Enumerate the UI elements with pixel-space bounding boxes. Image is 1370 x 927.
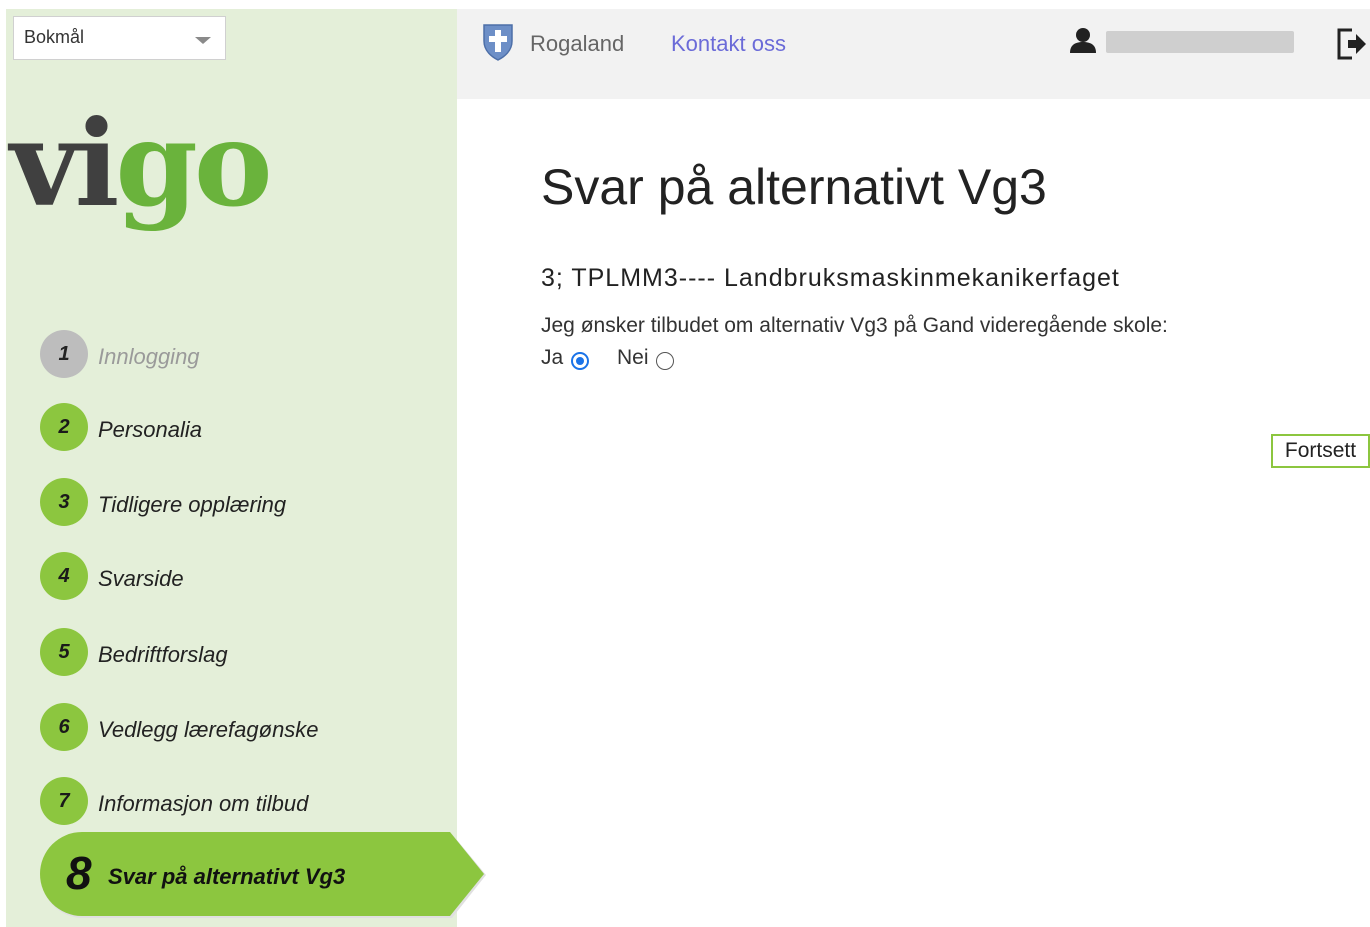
step-8-active[interactable]: 8 Svar på alternativt Vg3 xyxy=(40,832,486,918)
step-number: 7 xyxy=(40,777,88,825)
app-window: Bokmål vigo 1 Innlogging 2 Personalia 3 … xyxy=(0,0,1370,927)
step-label: Bedriftforslag xyxy=(98,642,228,667)
step-label: Svarside xyxy=(98,566,184,591)
language-select-value: Bokmål xyxy=(24,27,85,47)
step-number: 4 xyxy=(40,552,88,600)
user-name-redacted xyxy=(1106,31,1294,53)
step-number: 3 xyxy=(40,478,88,526)
county-crest-icon xyxy=(482,23,514,66)
step-label: Svar på alternativt Vg3 xyxy=(108,864,346,889)
user-icon xyxy=(1070,27,1096,60)
logout-icon[interactable] xyxy=(1336,27,1368,66)
step-5[interactable]: 5 Bedriftforslag xyxy=(40,628,440,676)
contact-link[interactable]: Kontakt oss xyxy=(671,31,786,57)
option-yes-label: Ja xyxy=(541,346,564,369)
step-label: Innlogging xyxy=(98,344,200,369)
language-select[interactable]: Bokmål xyxy=(13,16,226,60)
step-number: 6 xyxy=(40,703,88,751)
chevron-down-icon xyxy=(195,37,211,44)
logo-part-2: go xyxy=(115,94,272,233)
step-number: 5 xyxy=(40,628,88,676)
step-1[interactable]: 1 Innlogging xyxy=(40,330,440,378)
offer-question: Jeg ønsker tilbudet om alternativ Vg3 på… xyxy=(541,314,1168,337)
option-no-label: Nei xyxy=(617,346,649,369)
page-title: Svar på alternativt Vg3 xyxy=(541,159,1047,215)
option-yes-radio[interactable] xyxy=(571,352,589,370)
logo-part-1: vi xyxy=(10,94,119,233)
step-2[interactable]: 2 Personalia xyxy=(40,403,440,451)
option-no-radio[interactable] xyxy=(656,352,674,370)
step-3[interactable]: 3 Tidligere opplæring xyxy=(40,478,440,526)
step-number: 8 xyxy=(66,847,92,899)
step-number: 1 xyxy=(40,330,88,378)
step-label: Tidligere opplæring xyxy=(98,492,287,517)
step-number: 2 xyxy=(40,403,88,451)
step-label: Personalia xyxy=(98,417,202,442)
step-label: Informasjon om tilbud xyxy=(98,791,309,816)
step-6[interactable]: 6 Vedlegg lærefagønske xyxy=(40,703,440,751)
county-name: Rogaland xyxy=(530,31,625,56)
continue-button[interactable]: Fortsett xyxy=(1271,434,1370,468)
program-heading: 3; TPLMM3---- Landbruksmaskinmekanikerfa… xyxy=(541,264,1120,292)
top-bar: Rogaland Kontakt oss xyxy=(457,9,1370,99)
step-label: Vedlegg lærefagønske xyxy=(98,717,319,742)
vigo-logo: vigo xyxy=(10,105,273,223)
step-4[interactable]: 4 Svarside xyxy=(40,552,440,600)
step-7[interactable]: 7 Informasjon om tilbud xyxy=(40,777,440,825)
